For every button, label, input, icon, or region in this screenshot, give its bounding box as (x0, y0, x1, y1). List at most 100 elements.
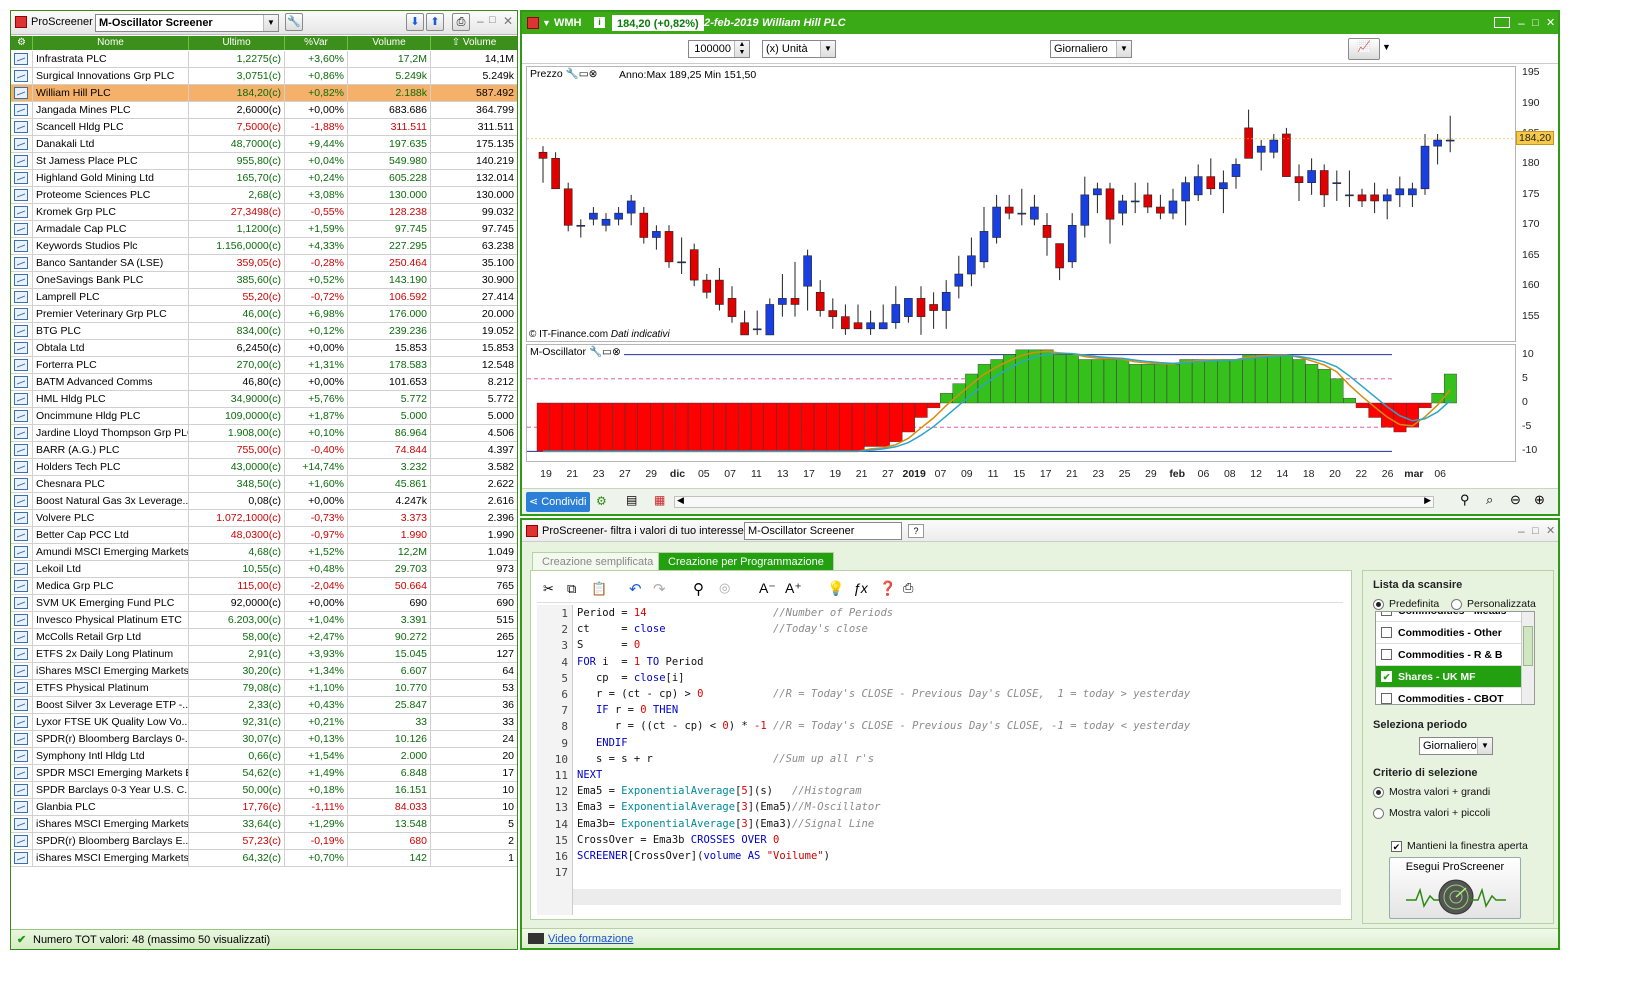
table-row[interactable]: Kromek Grp PLC 27,3498(c) -0,55% 128.238 99.… (11, 204, 517, 221)
chart-icon[interactable] (14, 461, 28, 473)
table-row[interactable]: McColls Retail Grp Ltd 58,00(c) +2,47% 90.2… (11, 629, 517, 646)
print-icon[interactable]: ⎙ (452, 13, 470, 31)
table-row[interactable]: Better Cap PCC Ltd 48,0300(c) -0,97% 1.990 1… (11, 527, 517, 544)
keep-open-checkbox[interactable]: ✔ (1391, 841, 1402, 852)
tab-programming[interactable]: Creazione per Programmazione (658, 552, 834, 570)
table-row[interactable]: ETFS 2x Daily Long Platinum 2,91(c) +3,93%… (11, 646, 517, 663)
chart-icon[interactable] (14, 376, 28, 388)
period-select[interactable]: Giornaliero ▼ (1050, 40, 1132, 58)
chart-icon[interactable] (14, 529, 28, 541)
comment-icon[interactable]: ◎ (719, 580, 730, 596)
keyboard-icon[interactable] (1494, 17, 1510, 28)
chart-icon[interactable] (14, 614, 28, 626)
chart-icon[interactable] (14, 104, 28, 116)
close-icon[interactable]: ✕ (1546, 520, 1555, 542)
table-row[interactable]: Jardine Lloyd Thompson Grp PLC 1.908,00(c… (11, 425, 517, 442)
maximize-icon[interactable]: □ (489, 14, 496, 26)
scrollbar-thumb[interactable] (1523, 626, 1533, 666)
table-row[interactable]: SPDR MSCI Emerging Markets E... 54,62(c) +… (11, 765, 517, 782)
scan-list-item[interactable]: ✔ Shares - UK MF (1376, 666, 1522, 688)
wrench-icon[interactable]: 🔧 (589, 346, 602, 358)
redo-icon[interactable]: ↷ (653, 580, 666, 598)
table-row[interactable]: BTG PLC 834,00(c) +0,12% 239.236 19.052 (11, 323, 517, 340)
table-row[interactable]: SPDR(r) Bloomberg Barclays E... 57,23(c) -… (11, 833, 517, 850)
minimize-icon[interactable]: – (1518, 12, 1525, 34)
info-icon[interactable]: i (594, 17, 605, 28)
col-header-volume-sorted[interactable]: ⇧ Volume (431, 36, 517, 50)
table-row[interactable]: St Jamess Place PLC 955,80(c) +0,04% 549.98… (11, 153, 517, 170)
table-row[interactable]: Highland Gold Mining Ltd 165,70(c) +0,24% 6… (11, 170, 517, 187)
minimize-icon[interactable]: – (477, 14, 484, 28)
chart-icon[interactable] (14, 121, 28, 133)
chart-icon[interactable] (14, 631, 28, 643)
table-row[interactable]: Glanbia PLC 17,76(c) -1,11% 84.033 10 (11, 799, 517, 816)
paste-icon[interactable]: 📋 (591, 581, 607, 597)
table-row[interactable]: BATM Advanced Comms 46,80(c) +0,00% 101.653… (11, 374, 517, 391)
chart-icon[interactable] (14, 325, 28, 337)
table-row[interactable]: Lamprell PLC 55,20(c) -0,72% 106.592 27.414 (11, 289, 517, 306)
copy-icon[interactable]: ⧉ (567, 581, 576, 597)
chart-icon[interactable] (14, 53, 28, 65)
table-row[interactable]: Keywords Studios Plc 1.156,0000(c) +4,33% 2… (11, 238, 517, 255)
lightbulb-icon[interactable]: 💡 (827, 580, 844, 597)
table-row[interactable]: Obtala Ltd 6,2450(c) +0,00% 15.853 15.853 (11, 340, 517, 357)
scan-list-item[interactable]: Commodities - Other (1376, 622, 1522, 644)
close-icon[interactable]: ✕ (1546, 12, 1555, 34)
table-row[interactable]: William Hill PLC 184,20(c) +0,82% 2.188k 587… (11, 85, 517, 102)
table-row[interactable]: Oncimmune Hldg PLC 109,0000(c) +1,87% 5.000… (11, 408, 517, 425)
scan-list-item[interactable]: Commodities - CBOT (1376, 688, 1522, 704)
chart-icon[interactable] (14, 359, 28, 371)
table-row[interactable]: BARR (A.G.) PLC 755,00(c) -0,40% 74.844 4.39… (11, 442, 517, 459)
radio-personalizzata[interactable] (1451, 599, 1462, 610)
col-header-var[interactable]: %Var (285, 36, 348, 50)
sort-down-icon[interactable]: ⬇ (406, 13, 424, 31)
table-row[interactable]: Surgical Innovations Grp PLC 3,0751(c) +0,… (11, 68, 517, 85)
scan-list-item[interactable]: Commodities - R & B (1376, 644, 1522, 666)
window-icon[interactable]: ▭ (602, 346, 612, 358)
unit-select[interactable]: (x) Unità ▼ (762, 40, 836, 58)
chart-icon[interactable] (14, 291, 28, 303)
zoom-box-icon[interactable]: ⌕ (1486, 492, 1493, 508)
col-header-nome[interactable]: Nome (33, 36, 189, 50)
chart-icon[interactable] (14, 648, 28, 660)
chart-icon[interactable] (14, 580, 28, 592)
scan-list-checkbox[interactable] (1381, 649, 1392, 660)
chart-icon[interactable] (14, 444, 28, 456)
table-row[interactable]: iShares MSCI Emerging Markets... 30,20(c)… (11, 663, 517, 680)
chevron-down-icon[interactable]: ▼ (542, 12, 551, 34)
function-icon[interactable]: ƒx (853, 580, 868, 596)
chart-icon[interactable] (14, 835, 28, 847)
chart-icon[interactable] (14, 189, 28, 201)
window-icon[interactable]: ▭ (579, 68, 589, 80)
table-icon[interactable]: ▦ (654, 493, 665, 507)
indicator-icon[interactable]: ⚙ (596, 494, 607, 508)
cut-icon[interactable]: ✂ (543, 581, 554, 597)
col-header-ultimo[interactable]: Ultimo (189, 36, 285, 50)
table-row[interactable]: Proteome Sciences PLC 2,68(c) +3,08% 130.00… (11, 187, 517, 204)
minimize-icon[interactable]: – (1518, 520, 1525, 542)
chart-icon[interactable] (14, 563, 28, 575)
quantity-stepper[interactable]: 100000 ▲ ▼ (688, 40, 750, 58)
table-row[interactable]: Premier Veterinary Grp PLC 46,00(c) +6,98%… (11, 306, 517, 323)
chevron-down-icon[interactable]: ▼ (1382, 42, 1391, 52)
close-icon[interactable]: ⊗ (612, 346, 621, 358)
table-row[interactable]: Lyxor FTSE UK Quality Low Vo... 92,31(c) +… (11, 714, 517, 731)
chart-icon[interactable] (14, 410, 28, 422)
table-row[interactable]: Holders Tech PLC 43,0000(c) +14,74% 3.232 3.… (11, 459, 517, 476)
chart-icon[interactable] (14, 512, 28, 524)
table-row[interactable]: iShares MSCI Emerging Markets... 33,64(c)… (11, 816, 517, 833)
video-formazione-link[interactable]: Video formazione (548, 929, 633, 949)
code-area[interactable]: Period = 14 //Number of Periods ct = clos… (531, 605, 1331, 915)
chart-icon[interactable] (14, 223, 28, 235)
chart-icon[interactable] (14, 342, 28, 354)
radio-predefinita[interactable] (1373, 599, 1384, 610)
table-row[interactable]: SPDR(r) Bloomberg Barclays 0-... 30,07(c)… (11, 731, 517, 748)
chart-symbol[interactable]: WMH (554, 12, 582, 34)
maximize-icon[interactable]: □ (1532, 520, 1539, 542)
scan-list-checkbox[interactable]: ✔ (1381, 671, 1392, 682)
chart-icon[interactable] (14, 87, 28, 99)
run-proscreener-button[interactable]: Esegui ProScreener (1389, 857, 1521, 919)
tab-simplified[interactable]: Creazione semplificata (532, 552, 664, 570)
scroll-right-icon[interactable]: ▶ (1424, 495, 1431, 506)
chart-icon[interactable] (14, 155, 28, 167)
